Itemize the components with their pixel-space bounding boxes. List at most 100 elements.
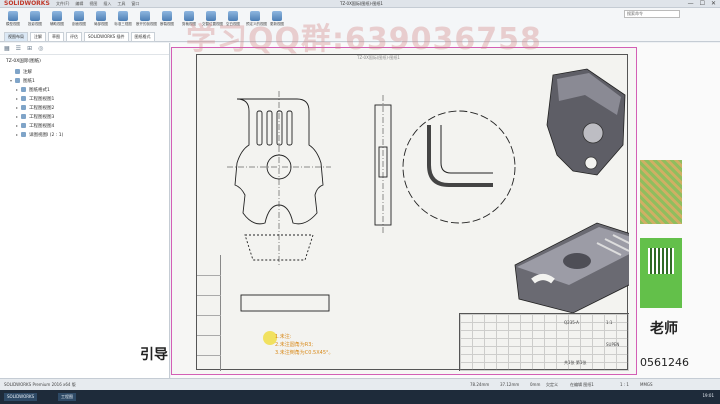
title-block-grid <box>460 314 629 371</box>
standard-3-view-icon <box>118 11 128 21</box>
command-tabs: 视图布局 注解 草图 评估 SOLIDWORKS 插件 图纸格式 <box>4 32 155 42</box>
menu-edit[interactable]: 编辑 <box>75 1 83 7</box>
section-view-icon <box>74 11 84 21</box>
tree-item[interactable]: ▸ 详图视图I (2 : 1) <box>0 130 169 139</box>
note-line: 1.未注: <box>275 334 292 340</box>
detail-view-icon <box>21 132 26 137</box>
break-view-button[interactable]: 断裂视图 <box>158 11 176 27</box>
unit-system[interactable]: MMGS <box>640 382 653 387</box>
window-controls: — ☐ ✕ <box>688 0 716 8</box>
definition-state: 欠定义 <box>546 382 558 387</box>
broken-out-section-button[interactable]: 断开的剖视图 <box>136 11 157 27</box>
technical-notes[interactable]: 1.未注: 2.未注圆角为R3; 3.未注倒角为C0.5X45°。 <box>275 333 334 357</box>
detail-view <box>402 110 516 224</box>
os-taskbar: SOLIDWORKS 工程图 19:01 <box>0 390 720 404</box>
close-button[interactable]: ✕ <box>711 0 716 8</box>
sheet-icon <box>15 78 20 83</box>
front-view <box>227 91 331 265</box>
section-view-button[interactable]: 剖面视图 <box>70 11 88 27</box>
model-view-button[interactable]: 模型视图 <box>4 11 22 27</box>
title-block: Q235-A 1:1 共1张 第1张 SUPEN <box>459 313 629 371</box>
search-input[interactable]: 搜索命令 <box>624 10 680 18</box>
tree-item[interactable]: ▸ 图纸格式1 <box>0 85 169 94</box>
rev-row <box>197 335 221 336</box>
tab-sketch[interactable]: 草图 <box>48 32 64 42</box>
tree-item[interactable]: ▸ 工程图视图3 <box>0 112 169 121</box>
material-cell: Q235-A <box>564 320 579 325</box>
menu-file[interactable]: 文件(F) <box>56 1 69 7</box>
isometric-view-top <box>546 68 626 176</box>
drawing-view-icon <box>21 123 26 128</box>
note-line: 2.未注圆角为R3; <box>275 342 314 348</box>
feature-manager-tab-icon[interactable]: ▦ <box>4 45 10 52</box>
app-window: SOLIDWORKS 文件(F) 编辑 视图 插入 工具 窗口 TZ-0X国际(… <box>0 0 720 404</box>
drawing-view-icon <box>21 114 26 119</box>
projected-view-button[interactable]: 投影视图 <box>26 11 44 27</box>
teacher-label: 老师 <box>650 321 678 337</box>
note-line: 3.未注倒角为C0.5X45°。 <box>275 350 334 356</box>
property-manager-tab-icon[interactable]: ☰ <box>16 45 21 52</box>
tab-sheet-format[interactable]: 图纸格式 <box>130 32 155 42</box>
revision-table <box>197 255 221 371</box>
model-view-icon <box>8 11 18 21</box>
tree-item[interactable]: ▸ 工程图视图4 <box>0 121 169 130</box>
display-manager-tab-icon[interactable]: ◎ <box>38 45 43 52</box>
coord-x: 78.24mm <box>470 382 490 387</box>
document-title: TZ-0X国际(图纸)-图纸1 <box>340 1 383 6</box>
maximize-button[interactable]: ☐ <box>700 0 705 8</box>
rev-row <box>197 355 221 356</box>
qr-code-image <box>640 238 682 308</box>
blank-view-frame <box>240 294 330 312</box>
clock: 19:01 <box>702 393 714 398</box>
scale-cell: 1:1 <box>606 320 613 325</box>
tab-addins[interactable]: SOLIDWORKS 插件 <box>84 32 129 42</box>
company-cell: SUPEN <box>606 342 620 347</box>
feature-manager-panel: ▦ ☰ ⊞ ◎ TZ-0X国际(图纸) 注解 ▾ 图纸1 ▸ 图纸格式1 ▸ 工程图视… <box>0 43 170 378</box>
drawing-sheet[interactable]: TZ-0X国际(图纸)-图纸1 Q235-A 1:1 共1张 第1张 SUPEN… <box>171 47 637 375</box>
detail-view-icon <box>96 11 106 21</box>
editing-label: 在编辑 图纸1 <box>570 382 594 387</box>
drawing-view-icon <box>21 96 26 101</box>
sheet-count-cell: 共1张 第1张 <box>564 360 587 365</box>
tree-item[interactable]: ▸ 工程图视图2 <box>0 103 169 112</box>
tree-item[interactable]: ▸ 工程图视图1 <box>0 94 169 103</box>
rev-row <box>197 275 221 276</box>
broken-out-section-icon <box>140 11 150 21</box>
menu-view[interactable]: 视图 <box>89 1 97 7</box>
coord-y: 37.12mm <box>500 382 520 387</box>
taskbar-item[interactable]: SOLIDWORKS <box>4 393 38 401</box>
rev-row <box>197 295 221 296</box>
taskbar-item[interactable]: 工程图 <box>58 393 76 401</box>
coord-z: 0mm <box>530 382 541 387</box>
brand-text: 引导 <box>140 347 168 363</box>
status-bar: SOLIDWORKS Premium 2016 x64 版 78.24mm 37… <box>0 378 720 390</box>
drawing-view-icon <box>21 105 26 110</box>
app-logo: SOLIDWORKS <box>4 0 50 7</box>
tree-root[interactable]: TZ-0X国际(图纸) <box>0 55 169 67</box>
tab-view-layout[interactable]: 视图布局 <box>4 32 28 42</box>
tree-item[interactable]: ▾ 图纸1 <box>0 76 169 85</box>
sheet-scale[interactable]: 1 : 1 <box>620 382 629 387</box>
auxiliary-view-icon <box>52 11 62 21</box>
menu-insert[interactable]: 插入 <box>103 1 111 7</box>
menu-tools[interactable]: 工具 <box>117 1 125 7</box>
tree-item[interactable]: 注解 <box>0 67 169 76</box>
config-manager-tab-icon[interactable]: ⊞ <box>27 45 32 52</box>
panel-tabs: ▦ ☰ ⊞ ◎ <box>0 43 169 55</box>
tab-annotation[interactable]: 注解 <box>30 32 46 42</box>
auxiliary-view-button[interactable]: 辅助视图 <box>48 11 66 27</box>
minimize-button[interactable]: — <box>688 0 694 8</box>
qr-code-pattern <box>648 248 674 274</box>
sheet-format-icon <box>21 87 26 92</box>
watermark-text: 学习QQ群:639036758 <box>186 22 542 57</box>
rev-row <box>197 315 221 316</box>
standard-3-view-button[interactable]: 标准三视图 <box>114 11 132 27</box>
title-bar: SOLIDWORKS 文件(F) 编辑 视图 插入 工具 窗口 TZ-0X国际(… <box>0 0 720 8</box>
menu-window[interactable]: 窗口 <box>131 1 139 7</box>
tab-evaluate[interactable]: 评估 <box>66 32 82 42</box>
menu-bar: 文件(F) 编辑 视图 插入 工具 窗口 <box>56 1 139 7</box>
annotation-icon <box>15 69 20 74</box>
projected-view-icon <box>30 11 40 21</box>
detail-view-button[interactable]: 局部视图 <box>92 11 110 27</box>
isometric-view-bottom <box>514 222 629 314</box>
